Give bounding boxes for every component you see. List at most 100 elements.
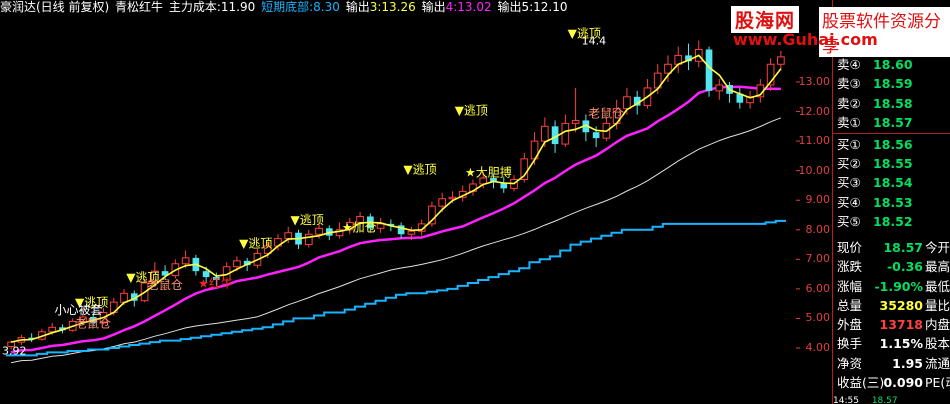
order-price: 18.57 <box>873 114 913 130</box>
signal-annotation: ★大胆搏 <box>465 166 512 180</box>
order-price: 18.60 <box>873 57 913 73</box>
quote-row: 外盘 13718 内盘 <box>833 315 950 334</box>
price-axis: 13.00 12.00 11.00 10.00 9.00 8.00 7.00 6.00 5.00… <box>798 0 833 404</box>
candle-body <box>181 257 190 265</box>
signal-annotation: 小心被套 <box>54 303 102 317</box>
quote-value: 18.57 <box>883 240 923 255</box>
order-label: 卖② <box>837 95 861 111</box>
y-tick-label: 7.00 <box>805 252 831 266</box>
out1-value: 3:13.26 <box>369 0 416 14</box>
out3-value: 5:12.10 <box>521 0 568 14</box>
quote-label-2: 股本 <box>925 336 950 352</box>
low-price-label: 3.92 <box>2 344 27 357</box>
quote-value: 35280 <box>879 297 924 313</box>
candle-body <box>315 227 323 235</box>
y-tick-label: 9.00 <box>805 193 831 207</box>
blue-step-line <box>6 219 786 357</box>
candle-body <box>448 196 457 200</box>
candle-body <box>540 125 549 142</box>
y-tick-label: 11.00 <box>798 134 831 148</box>
signal-annotation: ▼逃顶 <box>568 27 601 41</box>
ask-row: 卖④ 18.60 <box>833 55 950 74</box>
ask-row: 卖③ 18.59 <box>833 74 950 93</box>
quote-label-2: 流通 <box>925 355 950 371</box>
watermark-logo: 股海网 股票软件资源分享 www.Guhai.com <box>731 6 950 57</box>
quote-row: 换手 1.15% 股本 <box>833 334 950 353</box>
quote-value: 13718 <box>879 317 924 333</box>
quote-row: 涨幅 -1.90% 最低 <box>833 277 950 296</box>
bid-row: 买④ 18.53 <box>833 193 950 212</box>
quote-value: -0.36 <box>886 259 923 275</box>
candle-body <box>715 84 724 92</box>
order-label: 卖④ <box>837 57 861 73</box>
order-label: 买② <box>837 156 861 172</box>
quote-label: 收益(三) <box>837 375 885 391</box>
signal-annotation: 老鼠仓 <box>75 316 111 330</box>
y-tick-label: 8.00 <box>805 222 831 236</box>
bid-row: 买① 18.56 <box>833 135 950 154</box>
out3-label: 输出 <box>497 0 522 14</box>
quote-value: 1.15% <box>879 336 923 352</box>
quote-label-2: 内盘 <box>925 317 950 333</box>
stock-name: 豪润达(日线 前复权) <box>0 0 110 14</box>
candle-body <box>777 56 785 65</box>
y-tick-label: 5.00 <box>805 311 831 325</box>
ma-white-line <box>10 117 782 364</box>
indicator-name: 青松红牛 <box>115 0 164 14</box>
order-label: 买③ <box>837 175 861 191</box>
bottom-label: 短期底部: <box>261 0 314 14</box>
signal-annotation: ▼逃顶 <box>239 237 272 251</box>
y-tick-label: 4.00 <box>805 341 831 354</box>
quote-label-2: 今开 <box>925 240 950 255</box>
chart-title-bar: 豪润达(日线 前复权) 青松红牛 主力成本:11.90 短期底部:8.30 输出… <box>0 0 730 16</box>
quote-label: 现价 <box>837 240 863 255</box>
candle-body <box>571 119 580 124</box>
order-price: 18.56 <box>873 136 913 152</box>
signal-annotation: ▼逃顶 <box>403 163 436 177</box>
out2-label: 输出 <box>421 0 446 14</box>
candle-body <box>48 326 57 333</box>
order-price: 18.55 <box>873 156 913 172</box>
candle-body <box>304 233 313 246</box>
y-tick-label: 13.00 <box>798 75 831 88</box>
ask-row: 卖① 18.57 <box>833 113 950 132</box>
quote-panel: 现价 18.57 今开涨跌 -0.36 最高涨幅 -1.90% 最低 总量 35280 量比外盘 1… <box>833 238 950 392</box>
quote-label-2: 最低 <box>925 278 950 294</box>
order-label: 卖③ <box>837 76 861 92</box>
order-label: 买⑤ <box>837 213 861 229</box>
candle-body <box>233 260 241 268</box>
out1-label: 输出 <box>345 0 370 14</box>
candlestick-chart[interactable]: 3.9214.4▼逃顶小心被套老鼠仓▼逃顶老鼠仓 ★红牛▼逃顶▼逃顶★加仓▼逃顶 ★… <box>0 0 800 404</box>
quote-label: 换手 <box>837 336 863 352</box>
quote-label: 外盘 <box>837 317 863 333</box>
candle-body <box>376 223 385 229</box>
last-trade-time: 14:55 <box>833 396 859 404</box>
quote-row: 总量 35280 量比 <box>833 296 950 315</box>
candle-body <box>407 230 416 235</box>
quote-label-2: 最高 <box>925 259 950 275</box>
quote-value: -1.90% <box>874 278 923 294</box>
quote-value: 1.95 <box>892 355 923 371</box>
quote-row: 净资 1.95 流通 <box>833 354 950 373</box>
candle-body <box>592 132 600 139</box>
book-divider <box>833 132 950 134</box>
order-price: 18.59 <box>873 76 913 92</box>
quote-value: 0.090 <box>883 375 923 391</box>
signal-annotation: 老鼠仓 <box>147 278 183 292</box>
order-price: 18.58 <box>873 95 913 111</box>
candle-body <box>284 232 293 240</box>
y-tick-label: 12.00 <box>798 104 831 118</box>
bottom-value: 8.30 <box>313 0 340 14</box>
logo-url: www.Guhai.com <box>733 30 878 49</box>
signal-annotation: ▼逃顶 <box>455 104 488 118</box>
candle-body <box>561 122 570 145</box>
ask-row: 卖② 18.58 <box>833 94 950 113</box>
bid-row: 买② 18.55 <box>833 154 950 173</box>
candle-body <box>623 96 631 110</box>
cost-label: 主力成本: <box>168 0 221 14</box>
order-label: 买① <box>837 136 861 152</box>
bid-row: 买⑤ 18.52 <box>833 212 950 231</box>
signal-annotation: ★加仓 <box>342 220 377 234</box>
quote-label: 涨跌 <box>837 259 863 275</box>
candle-body <box>705 49 713 91</box>
